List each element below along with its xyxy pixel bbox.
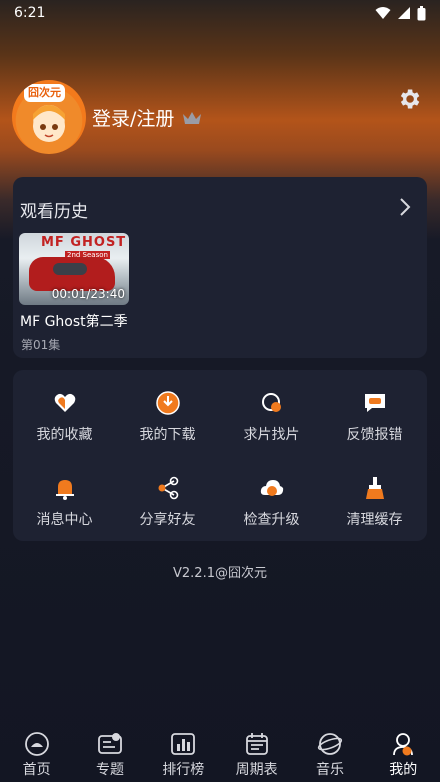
signal-icon [398, 7, 410, 19]
downloads-button[interactable]: 我的下载 [116, 390, 219, 444]
profile-icon [393, 733, 414, 756]
tab-profile-label: 我的 [389, 762, 418, 778]
feedback-button[interactable]: 反馈报错 [323, 390, 426, 444]
check-upgrade-label: 检查升级 [243, 512, 300, 528]
ranking-icon [171, 733, 196, 755]
login-register-link[interactable]: 登录/注册 [92, 104, 174, 131]
music-icon [317, 733, 343, 755]
status-bar: 6:21 [0, 0, 440, 26]
favorites-button[interactable]: 我的收藏 [13, 390, 116, 444]
feedback-icon [364, 394, 385, 412]
chevron-right-icon[interactable] [399, 197, 411, 217]
topic-icon [98, 733, 122, 754]
tab-ranking-label: 排行榜 [162, 762, 205, 778]
message-center-label: 消息中心 [36, 512, 93, 528]
search-film-icon [261, 393, 281, 412]
bell-icon [55, 480, 74, 500]
crown-icon [183, 112, 202, 124]
wifi-icon [375, 7, 391, 19]
bottom-tab-bar: 首页 专题 排行榜 周期表 音乐 我的 [0, 726, 440, 782]
history-video-title[interactable]: MF Ghost第二季 [20, 311, 128, 331]
broom-icon [365, 477, 384, 499]
tab-ranking[interactable]: 排行榜 [147, 726, 220, 782]
history-episode: 第01集 [21, 338, 61, 352]
share-label: 分享好友 [139, 512, 196, 528]
check-upgrade-button[interactable]: 检查升级 [220, 475, 323, 529]
request-film-button[interactable]: 求片找片 [220, 390, 323, 444]
avatar-face-icon [33, 105, 65, 142]
profile-header: 囧次元 登录/注册 [12, 80, 428, 154]
message-center-button[interactable]: 消息中心 [13, 475, 116, 529]
history-title: 观看历史 [20, 202, 88, 222]
history-thumbnail[interactable]: MF GHOST 2nd Season 00:01/23:40 [19, 233, 129, 305]
tab-calendar[interactable]: 周期表 [220, 726, 293, 782]
feedback-label: 反馈报错 [346, 427, 403, 443]
thumb-banner: MF GHOST [41, 235, 127, 250]
watch-progress: 00:01/23:40 [51, 287, 125, 301]
request-film-label: 求片找片 [243, 427, 300, 443]
calendar-icon [245, 733, 268, 755]
avatar[interactable]: 囧次元 [12, 80, 86, 154]
clear-cache-label: 清理缓存 [346, 512, 403, 528]
watch-history-card: 观看历史 MF GHOST 2nd Season 00:01/23:40 MF … [13, 177, 427, 358]
tab-topics-label: 专题 [95, 762, 124, 778]
heart-icon [54, 393, 75, 412]
downloads-label: 我的下载 [139, 427, 196, 443]
app-version: V2.2.1@囧次元 [173, 566, 267, 581]
download-icon [155, 391, 180, 415]
favorites-label: 我的收藏 [36, 427, 93, 443]
status-icons [375, 5, 426, 21]
tab-profile[interactable]: 我的 [367, 726, 440, 782]
status-time: 6:21 [14, 5, 46, 21]
cloud-upgrade-icon [260, 480, 283, 496]
tab-home-label: 首页 [22, 762, 51, 778]
tab-home[interactable]: 首页 [0, 726, 73, 782]
tab-music[interactable]: 音乐 [293, 726, 366, 782]
feature-grid: 我的收藏 我的下载 求片找片 反馈报错 消息中心 分享好友 检查升级 清理缓存 [13, 370, 427, 541]
share-button[interactable]: 分享好友 [116, 475, 219, 529]
home-icon [24, 732, 49, 756]
tab-music-label: 音乐 [315, 762, 344, 778]
gear-icon[interactable] [396, 86, 422, 112]
battery-icon [417, 5, 426, 20]
thumb-car [29, 257, 115, 291]
clear-cache-button[interactable]: 清理缓存 [323, 475, 426, 529]
tab-topics[interactable]: 专题 [73, 726, 146, 782]
tab-calendar-label: 周期表 [235, 762, 278, 778]
share-icon [158, 476, 178, 500]
